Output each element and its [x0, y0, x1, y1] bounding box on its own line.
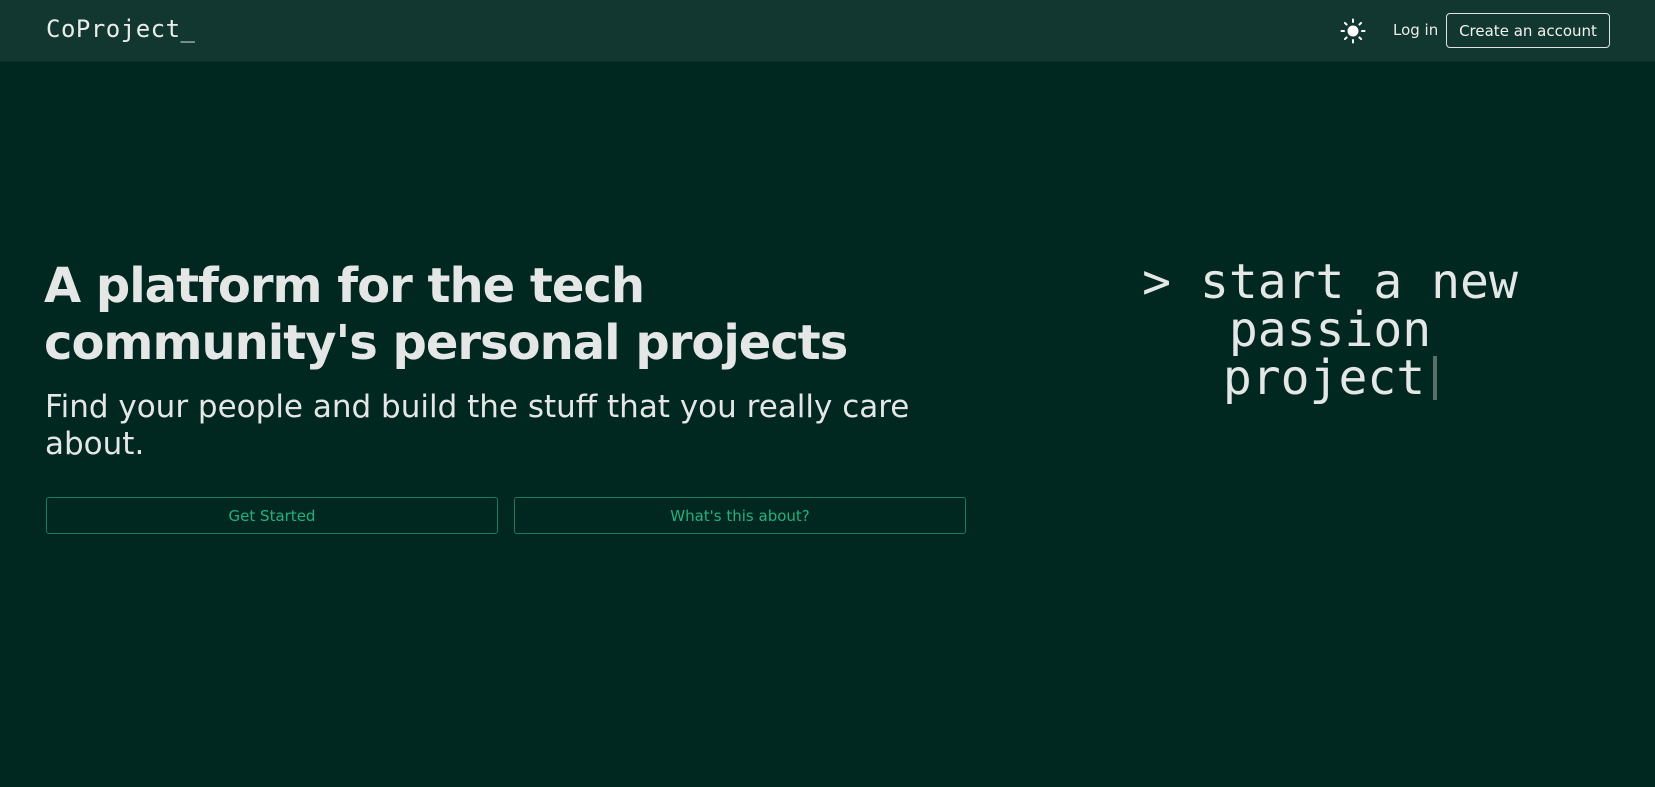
text-cursor [1433, 356, 1438, 400]
get-started-button[interactable]: Get Started [46, 497, 498, 534]
whats-this-about-button[interactable]: What's this about? [514, 497, 966, 534]
hero-subtitle: Find your people and build the stuff tha… [45, 389, 910, 462]
terminal-line-1: > start a new [1142, 254, 1518, 310]
sun-icon [1340, 18, 1366, 44]
hero-title: A platform for the tech community's pers… [44, 258, 848, 371]
terminal-line-2: passion [1228, 302, 1432, 358]
theme-toggle-button[interactable] [1340, 18, 1366, 44]
logo[interactable]: CoProject_ [46, 15, 196, 43]
terminal-line-3-text: project [1222, 350, 1426, 406]
login-link[interactable]: Log in [1393, 21, 1438, 39]
create-account-button[interactable]: Create an account [1446, 13, 1610, 48]
terminal-typing-text: > start a new passion project [1100, 258, 1560, 402]
top-navbar: CoProject_ Log in Create an account [0, 0, 1655, 62]
terminal-line-3: project [1100, 354, 1560, 402]
